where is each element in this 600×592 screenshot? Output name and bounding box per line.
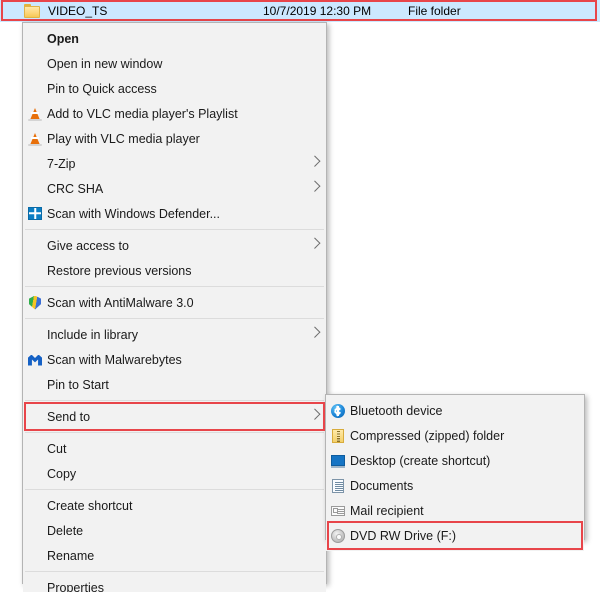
menu-item-label: Scan with AntiMalware 3.0 xyxy=(47,295,194,310)
folder-icon xyxy=(24,4,40,18)
menu-item-cut[interactable]: Cut xyxy=(23,436,326,461)
menu-item-label: Restore previous versions xyxy=(47,263,192,278)
menu-item-label: Scan with Windows Defender... xyxy=(47,206,220,221)
menu-item-label: Give access to xyxy=(47,238,129,253)
documents-icon xyxy=(330,478,346,494)
menu-item-7-zip[interactable]: 7-Zip xyxy=(23,151,326,176)
menu-separator xyxy=(25,571,324,572)
menu-item-open[interactable]: Open xyxy=(23,26,326,51)
menu-item-bluetooth-device[interactable]: Bluetooth device xyxy=(326,398,584,423)
send-to-submenu[interactable]: Bluetooth device Compressed (zipped) fold… xyxy=(325,394,585,551)
menu-item-label: Properties xyxy=(47,580,104,592)
vlc-cone-icon xyxy=(27,131,43,147)
menu-item-label: Open in new window xyxy=(47,56,163,71)
menu-item-label: Send to xyxy=(47,409,91,424)
file-date: 10/7/2019 12:30 PM xyxy=(263,4,372,18)
menu-separator xyxy=(25,229,324,230)
bluetooth-icon xyxy=(330,403,346,419)
menu-item-label: Play with VLC media player xyxy=(47,131,200,146)
menu-item-rename[interactable]: Rename xyxy=(23,543,326,568)
menu-item-scan-with-windows-defender[interactable]: Scan with Windows Defender... xyxy=(23,201,326,226)
windows-defender-icon xyxy=(27,206,43,222)
menu-item-pin-to-start[interactable]: Pin to Start xyxy=(23,372,326,397)
menu-item-label: Rename xyxy=(47,548,95,563)
menu-separator xyxy=(25,489,324,490)
menu-item-label: Bluetooth device xyxy=(350,403,443,418)
menu-item-label: Compressed (zipped) folder xyxy=(350,428,505,443)
menu-item-compressed-zipped-folder[interactable]: Compressed (zipped) folder xyxy=(326,423,584,448)
menu-item-label: CRC SHA xyxy=(47,181,104,196)
menu-item-play-with-vlc-media-player[interactable]: Play with VLC media player xyxy=(23,126,326,151)
chevron-right-icon xyxy=(309,408,321,420)
zipped-folder-icon xyxy=(330,428,346,444)
chevron-right-icon xyxy=(309,326,321,338)
menu-item-label: Add to VLC media player's Playlist xyxy=(47,106,238,121)
menu-separator xyxy=(25,286,324,287)
menu-item-label: 7-Zip xyxy=(47,156,76,171)
mail-icon xyxy=(330,503,346,519)
menu-item-label: Open xyxy=(47,31,79,46)
explorer-file-row[interactable]: VIDEO_TS 10/7/2019 12:30 PM File folder xyxy=(0,0,600,22)
menu-separator xyxy=(25,318,324,319)
screenshot-stage: VIDEO_TS 10/7/2019 12:30 PM File folder … xyxy=(0,0,600,592)
menu-item-scan-with-antimalware-3-0[interactable]: Scan with AntiMalware 3.0 xyxy=(23,290,326,315)
menu-item-label: Scan with Malwarebytes xyxy=(47,352,182,367)
menu-item-label: Create shortcut xyxy=(47,498,133,513)
menu-item-label: Delete xyxy=(47,523,84,538)
menu-item-label: Desktop (create shortcut) xyxy=(350,453,491,468)
menu-item-delete[interactable]: Delete xyxy=(23,518,326,543)
vlc-cone-icon xyxy=(27,106,43,122)
antimalware-shield-icon xyxy=(27,295,43,311)
menu-separator xyxy=(25,432,324,433)
menu-item-label: DVD RW Drive (F:) xyxy=(350,528,457,543)
menu-item-restore-previous-versions[interactable]: Restore previous versions xyxy=(23,258,326,283)
menu-item-properties[interactable]: Properties xyxy=(23,575,326,592)
menu-item-label: Cut xyxy=(47,441,67,456)
menu-item-crc-sha[interactable]: CRC SHA xyxy=(23,176,326,201)
file-name: VIDEO_TS xyxy=(48,4,108,18)
menu-separator xyxy=(25,400,324,401)
menu-item-pin-to-quick-access[interactable]: Pin to Quick access xyxy=(23,76,326,101)
menu-item-label: Pin to Quick access xyxy=(47,81,157,96)
desktop-icon xyxy=(330,453,346,469)
menu-item-include-in-library[interactable]: Include in library xyxy=(23,322,326,347)
menu-item-documents[interactable]: Documents xyxy=(326,473,584,498)
menu-item-open-in-new-window[interactable]: Open in new window xyxy=(23,51,326,76)
menu-item-label: Pin to Start xyxy=(47,377,109,392)
chevron-right-icon xyxy=(309,237,321,249)
menu-item-label: Documents xyxy=(350,478,414,493)
menu-item-mail-recipient[interactable]: Mail recipient xyxy=(326,498,584,523)
malwarebytes-icon xyxy=(27,352,43,368)
menu-item-label: Include in library xyxy=(47,327,139,342)
chevron-right-icon xyxy=(309,180,321,192)
menu-item-send-to[interactable]: Send to xyxy=(23,404,326,429)
menu-item-scan-with-malwarebytes[interactable]: Scan with Malwarebytes xyxy=(23,347,326,372)
menu-item-copy[interactable]: Copy xyxy=(23,461,326,486)
chevron-right-icon xyxy=(309,155,321,167)
menu-item-create-shortcut[interactable]: Create shortcut xyxy=(23,493,326,518)
menu-item-dvd-rw-drive-f[interactable]: DVD RW Drive (F:) xyxy=(326,523,584,548)
menu-item-label: Mail recipient xyxy=(350,503,424,518)
menu-item-add-to-vlc-media-player-s-playlist[interactable]: Add to VLC media player's Playlist xyxy=(23,101,326,126)
file-type: File folder xyxy=(408,4,461,18)
menu-item-give-access-to[interactable]: Give access to xyxy=(23,233,326,258)
menu-item-label: Copy xyxy=(47,466,77,481)
menu-item-desktop-create-shortcut[interactable]: Desktop (create shortcut) xyxy=(326,448,584,473)
context-menu[interactable]: Open Open in new window Pin to Quick acces… xyxy=(22,22,327,592)
dvd-drive-icon xyxy=(330,528,346,544)
